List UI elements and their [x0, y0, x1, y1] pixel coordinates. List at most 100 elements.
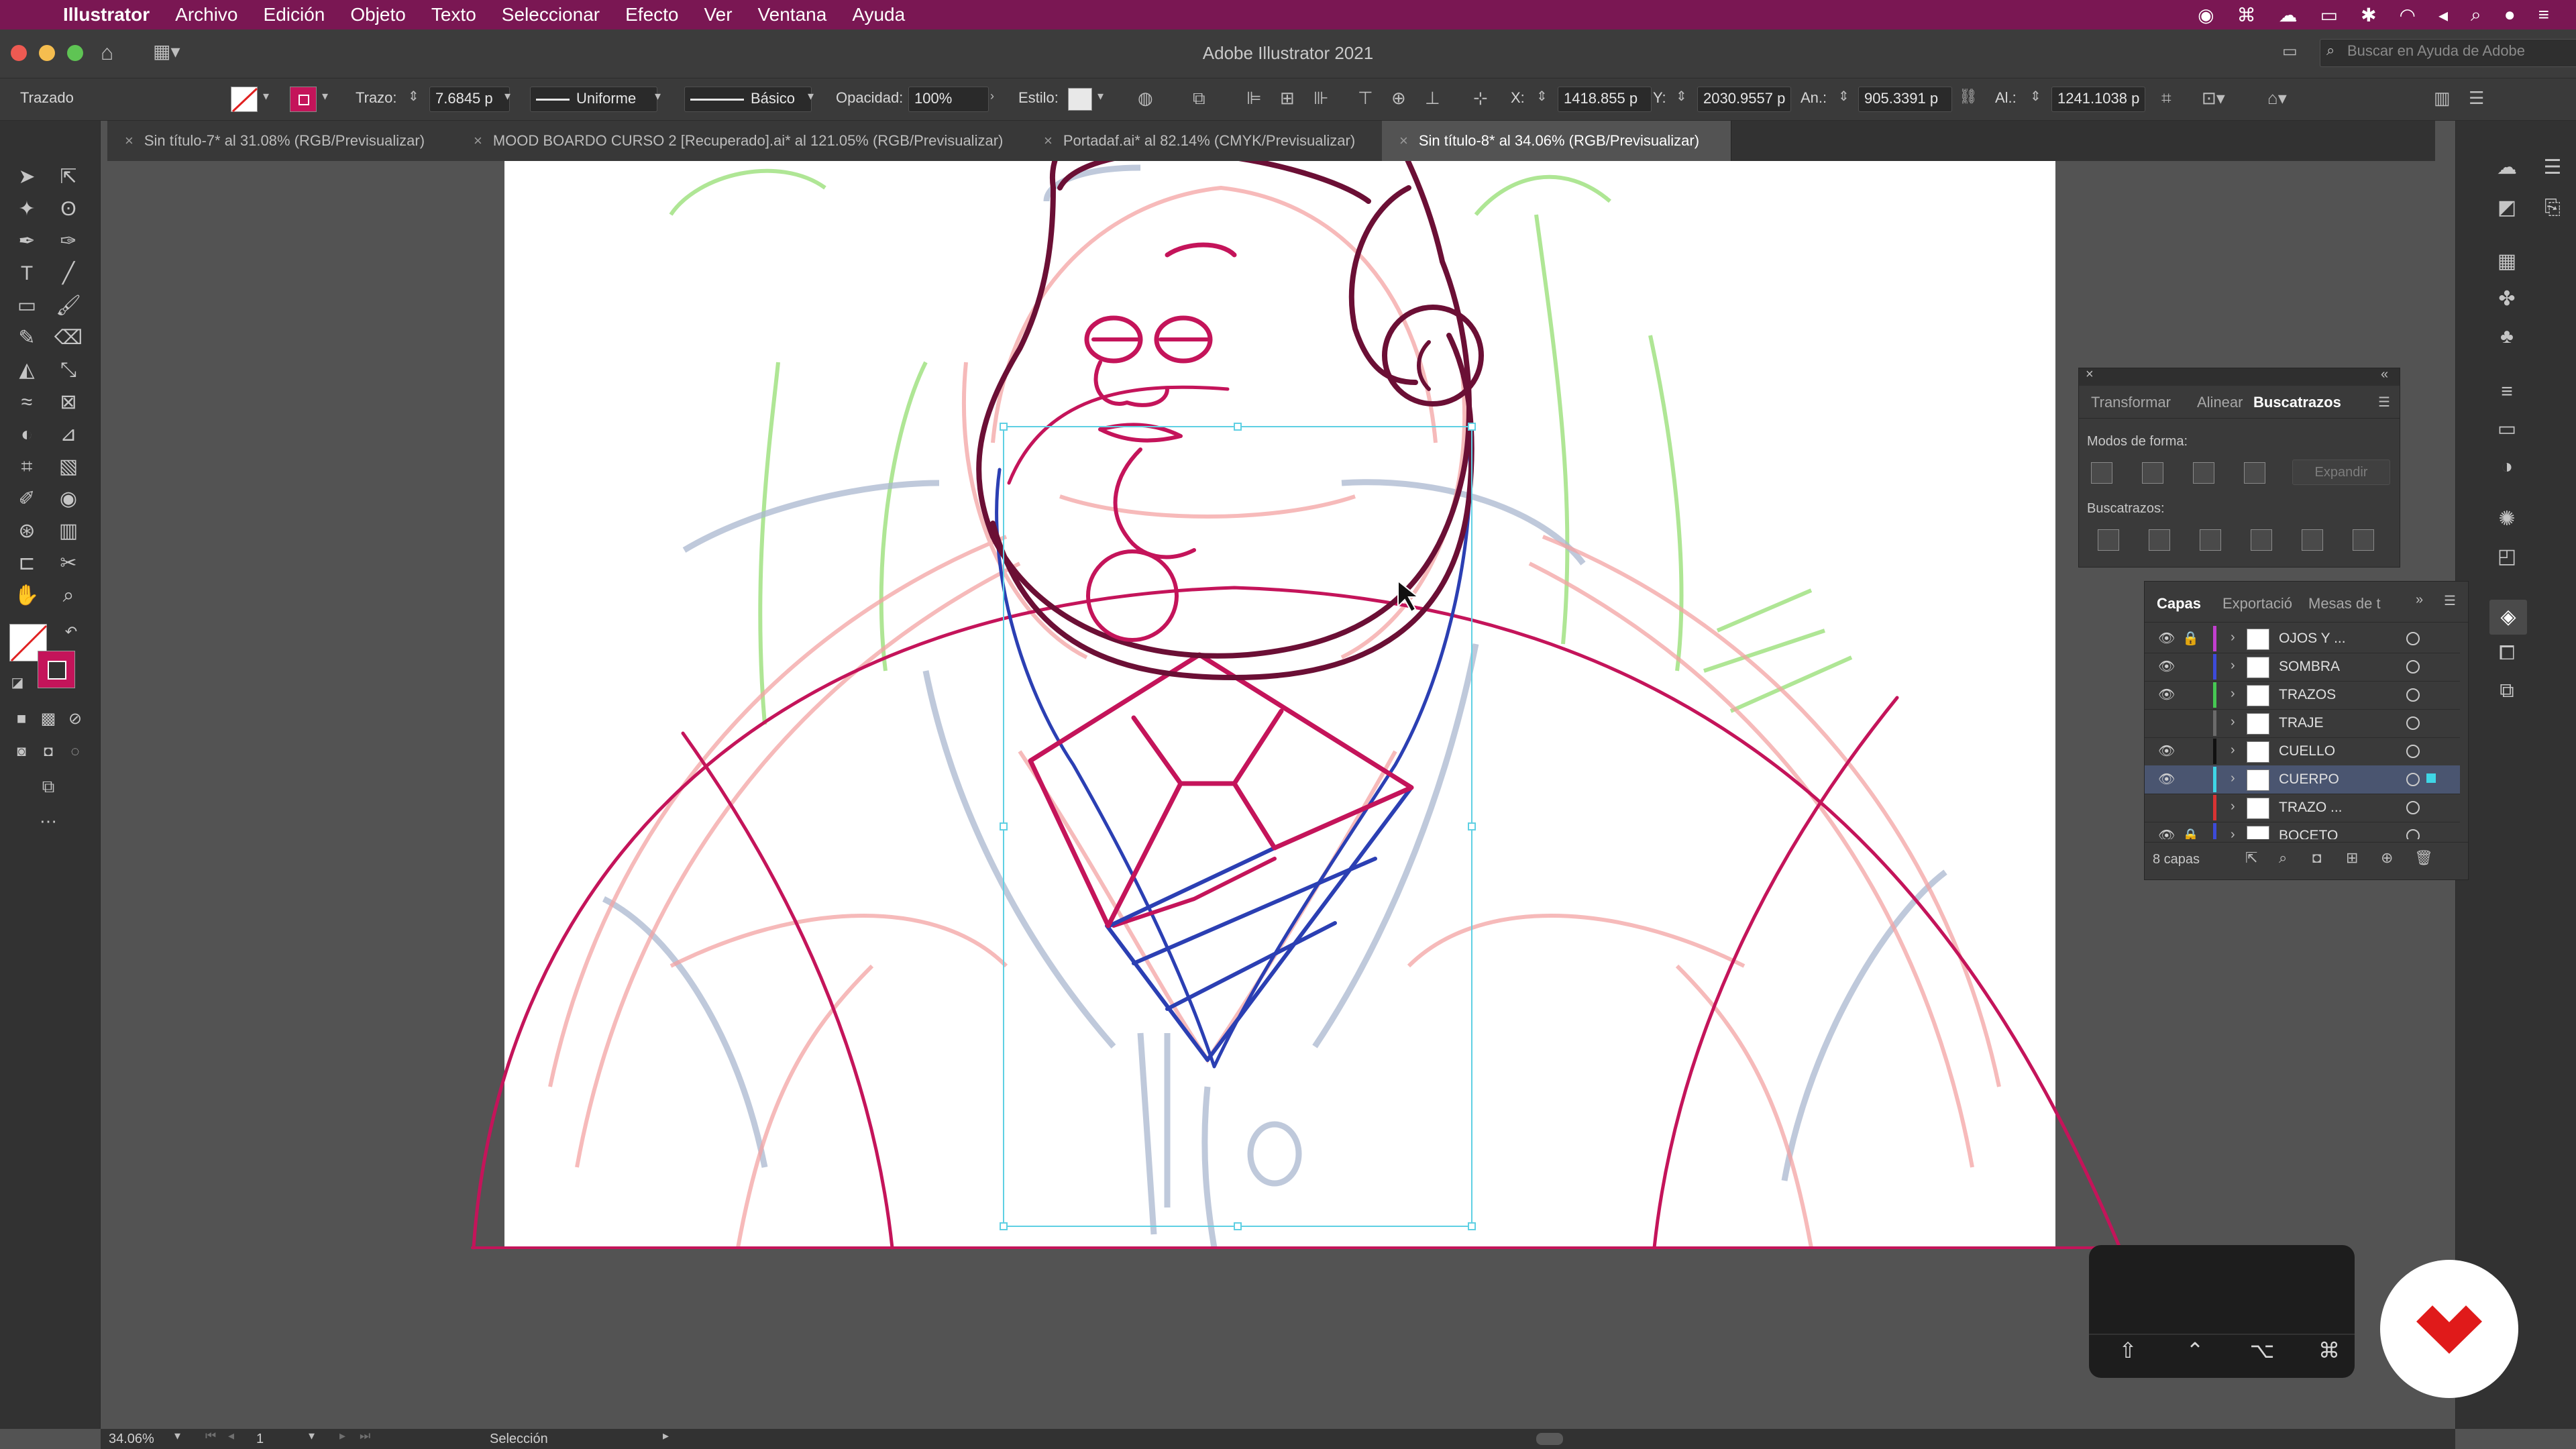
stroke-color-box[interactable] [38, 651, 75, 688]
direct-selection-tool-icon[interactable]: ⇱ [54, 164, 83, 191]
shape-options-icon[interactable]: ⊡▾ [2202, 88, 2225, 109]
align-bottom-icon[interactable]: ⊥ [1425, 88, 1440, 109]
variable-width-profile-select[interactable]: Uniforme [530, 87, 657, 112]
graphic-style-swatch[interactable] [1068, 88, 1092, 111]
stroke-weight-input[interactable]: 7.6845 p [429, 87, 510, 112]
tab-mood-board[interactable]: × MOOD BOARDO CURSO 2 [Recuperado].ai* al… [456, 121, 1027, 161]
menu-ventana[interactable]: Ventana [758, 4, 827, 25]
layer-name[interactable]: CUELLO [2279, 743, 2335, 759]
fill-swatch[interactable] [231, 87, 258, 113]
layer-name[interactable]: BOCETO [2279, 828, 2338, 839]
layer-row-trazo[interactable]: › TRAZO ... [2145, 794, 2460, 822]
expand-chevron-icon[interactable]: › [2231, 771, 2235, 786]
color-mode-icon[interactable]: ■ [7, 706, 36, 733]
stroke-panel-icon[interactable]: ≡ [2492, 378, 2522, 405]
locate-object-icon[interactable]: ⌕ [2279, 849, 2287, 867]
symbols-icon[interactable]: ♣ [2492, 323, 2522, 350]
artboard-number[interactable]: 1 [256, 1432, 264, 1447]
expand-chevron-icon[interactable]: › [2231, 743, 2235, 758]
libraries-icon[interactable]: ☁ [2492, 154, 2522, 181]
appearance-icon[interactable]: ✺ [2492, 506, 2522, 533]
brush-dropdown-icon[interactable]: ▾ [808, 89, 814, 103]
magic-wand-tool-icon[interactable]: ✦ [12, 196, 42, 223]
visibility-eye-icon[interactable]: 👁 [2158, 630, 2175, 647]
control-bar-menu-icon[interactable]: ☰ [2469, 88, 2484, 109]
draw-inside-icon[interactable]: ◌ [60, 738, 90, 765]
opacity-input[interactable]: 100% [908, 87, 989, 112]
layers-menu-icon[interactable]: ☰ [2444, 592, 2456, 609]
selected-art-indicator[interactable] [2426, 773, 2436, 783]
align-to-icon[interactable]: ⧉ [1193, 88, 1205, 109]
help-search-input[interactable]: Buscar en Ayuda de Adobe [2320, 39, 2576, 67]
gradient-panel-icon[interactable]: ▭ [2492, 416, 2522, 443]
edit-toolbar-icon[interactable]: ⋯ [34, 808, 63, 835]
tab-transformar[interactable]: Transformar [2091, 394, 2171, 411]
layer-row-cuello[interactable]: 👁 › CUELLO [2145, 737, 2460, 766]
reflect-tool-icon[interactable]: ◭ [12, 357, 42, 384]
layer-target-icon[interactable] [2406, 688, 2420, 702]
artboard-tool-icon[interactable]: ⊏ [12, 550, 42, 577]
delete-layer-icon[interactable]: 🗑 [2414, 849, 2433, 867]
transform-icon[interactable]: ⌗ [2161, 88, 2171, 109]
links-icon[interactable]: ⧉ [2492, 678, 2522, 704]
visibility-eye-icon[interactable]: 👁 [2158, 827, 2175, 839]
merge-button[interactable] [2200, 529, 2221, 551]
layer-row-sombra[interactable]: 👁 › SOMBRA [2145, 653, 2460, 682]
pathfinder-panel-header[interactable]: × « [2079, 367, 2400, 386]
lasso-tool-icon[interactable]: ʘ [54, 196, 83, 223]
visibility-eye-icon[interactable]: 👁 [2158, 686, 2175, 703]
mesh-tool-icon[interactable]: ⌗ [12, 453, 42, 480]
menu-seleccionar[interactable]: Seleccionar [502, 4, 600, 25]
align-top-icon[interactable]: ⊤ [1358, 88, 1373, 109]
arrange-documents-icon[interactable]: ▥ [2434, 88, 2451, 109]
brush-definition-select[interactable]: Básico [684, 87, 812, 112]
layer-name[interactable]: TRAJE [2279, 715, 2324, 731]
rectangle-tool-icon[interactable]: ▭ [12, 292, 42, 319]
command-icon[interactable]: ⌘ [2237, 4, 2256, 26]
layers-panel-button[interactable]: ◈ [2489, 600, 2527, 635]
artboards-icon[interactable]: ⧠ [2492, 640, 2522, 667]
style-dropdown-icon[interactable]: ▾ [1097, 89, 1104, 103]
expand-chevron-icon[interactable]: › [2231, 630, 2235, 645]
line-tool-icon[interactable]: ╱ [54, 260, 83, 287]
first-artboard-icon[interactable]: ⏮ [205, 1429, 216, 1443]
visibility-eye-icon[interactable]: 👁 [2158, 771, 2175, 788]
layer-name[interactable]: OJOS Y ... [2279, 631, 2346, 647]
tab-mesas-de-trabajo[interactable]: Mesas de t [2308, 595, 2381, 612]
zoom-tool-icon[interactable]: ⌕ [54, 582, 83, 609]
new-sublayer-icon[interactable]: ⊞ [2346, 849, 2358, 867]
hand-tool-icon[interactable]: ✋ [12, 582, 42, 609]
volume-icon[interactable]: ◂ [2438, 4, 2448, 26]
pen-tool-icon[interactable]: ✒ [12, 228, 42, 255]
search-icon[interactable]: ⌕ [2471, 4, 2481, 26]
draw-normal-icon[interactable]: ◙ [7, 738, 36, 765]
tab-sin-titulo-7[interactable]: × Sin título-7* al 31.08% (RGB/Previsuali… [107, 121, 457, 161]
width-tool-icon[interactable]: ≈ [12, 389, 42, 416]
menu-edicion[interactable]: Edición [264, 4, 325, 25]
siri-icon[interactable]: ● [2504, 4, 2516, 25]
paintbrush-tool-icon[interactable]: 🖌 [54, 292, 83, 319]
scale-tool-icon[interactable]: ⤡ [54, 357, 83, 384]
layer-target-icon[interactable] [2406, 773, 2420, 786]
menu-ver[interactable]: Ver [704, 4, 733, 25]
tab-close-icon[interactable]: × [1044, 132, 1053, 149]
graphic-styles-icon[interactable]: ◰ [2492, 543, 2522, 570]
artboard-dropdown-icon[interactable]: ▾ [309, 1429, 315, 1443]
tab-exportacion[interactable]: Exportació [2222, 595, 2292, 612]
width-input[interactable]: 905.3391 p [1858, 87, 1952, 112]
height-stepper-icon[interactable]: ⇕ [2030, 88, 2041, 105]
expand-chevron-icon[interactable]: › [2231, 799, 2235, 814]
constrain-proportions-icon[interactable]: ⛓ [1959, 88, 1978, 105]
layer-target-icon[interactable] [2406, 801, 2420, 814]
width-stepper-icon[interactable]: ⇕ [1838, 88, 1849, 105]
y-stepper-icon[interactable]: ⇕ [1676, 88, 1687, 105]
expand-chevron-icon[interactable]: › [2231, 827, 2235, 839]
default-colors-icon[interactable]: ◪ [3, 669, 32, 696]
layer-target-icon[interactable] [2406, 745, 2420, 758]
artwork[interactable] [0, 161, 2455, 1429]
layer-target-icon[interactable] [2406, 632, 2420, 645]
align-right-icon[interactable]: ⊪ [1313, 88, 1329, 109]
align-left-icon[interactable]: ⊫ [1246, 88, 1262, 109]
intersect-button[interactable] [2193, 462, 2214, 484]
expand-chevron-icon[interactable]: › [2231, 714, 2235, 730]
